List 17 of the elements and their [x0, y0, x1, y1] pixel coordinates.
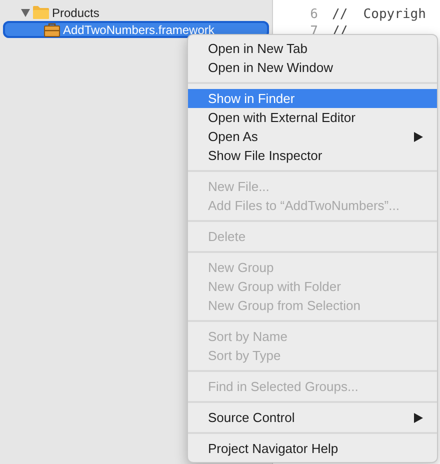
menu-item[interactable]: Source Control	[188, 408, 437, 427]
tree-item[interactable]: Products	[3, 4, 269, 21]
menu-item[interactable]: Show in Finder	[188, 89, 437, 108]
menu-item[interactable]: Open As	[188, 127, 437, 146]
submenu-arrow-icon	[414, 132, 423, 142]
disclosure-triangle-icon[interactable]	[21, 8, 30, 16]
code-line: // Copyrigh	[332, 7, 426, 22]
toolbox-icon	[44, 22, 60, 36]
menu-item[interactable]: Open in New Window	[188, 58, 437, 77]
menu-item[interactable]: Show File Inspector	[188, 146, 437, 165]
submenu-arrow-icon	[414, 412, 423, 422]
menu-item[interactable]: Open with External Editor	[188, 108, 437, 127]
menu-item[interactable]: Project Navigator Help	[188, 439, 437, 458]
tree-item[interactable]: AddTwoNumbers.framework	[3, 21, 269, 38]
line-number: 6	[309, 7, 319, 22]
folder-icon	[33, 6, 49, 19]
menu-item[interactable]: Open in New Tab	[188, 39, 437, 58]
